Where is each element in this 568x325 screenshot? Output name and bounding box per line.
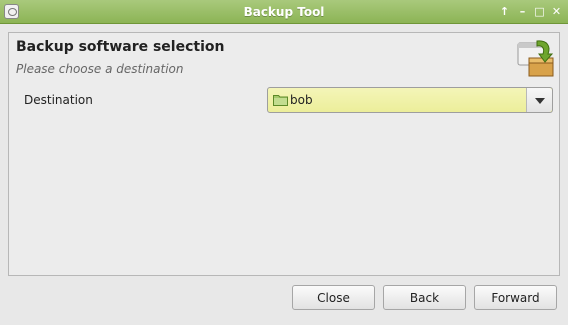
close-icon[interactable]: ✕ [549,4,564,19]
backup-tool-window: Backup Tool ↑ – □ ✕ Backup software sele… [0,0,568,325]
folder-icon [273,95,288,106]
page-subtitle: Please choose a destination [16,62,184,76]
title-bar[interactable]: Backup Tool ↑ – □ ✕ [0,0,568,24]
destination-label: Destination [24,93,93,107]
chevron-down-icon[interactable] [526,88,552,112]
back-button[interactable]: Back [383,285,466,310]
forward-button[interactable]: Forward [474,285,557,310]
destination-combobox[interactable]: bob [267,87,553,113]
maximize-icon[interactable]: □ [532,4,547,19]
up-arrow-icon[interactable]: ↑ [497,4,512,19]
minimize-icon[interactable]: – [515,4,530,19]
page-title: Backup software selection [16,39,225,55]
window-title: Backup Tool [243,5,325,19]
close-button[interactable]: Close [292,285,375,310]
destination-value: bob [290,93,313,107]
content-panel: Backup software selection Please choose … [8,32,560,276]
package-icon [517,40,554,77]
